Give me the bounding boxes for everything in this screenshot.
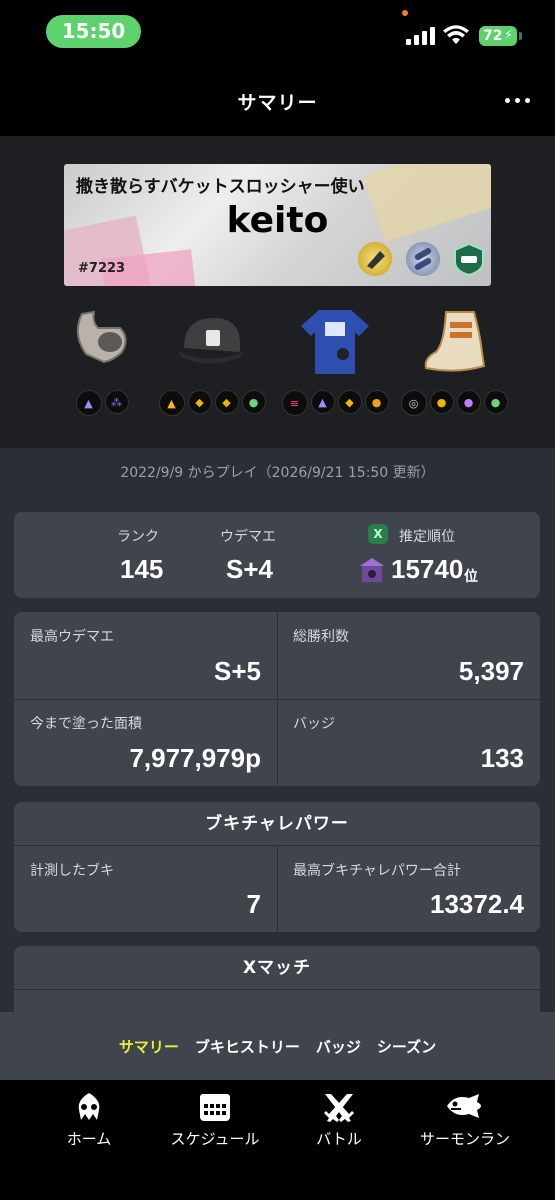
estimate-value: 15740 [391, 554, 464, 584]
main-ability-icon: ◎ [400, 390, 427, 416]
gear-badge-icon [406, 242, 440, 276]
battery-cap [519, 32, 522, 40]
stat-measured-weapons: 計測したブキ 7 [14, 846, 277, 932]
salmon-icon [445, 1092, 485, 1122]
gear-cap[interactable]: ▲ ◆ ◆ ● [152, 304, 272, 424]
player-nameplate[interactable]: 撒き散らすバケットスロッシャー使い keito #7223 [64, 164, 491, 286]
sub-ability-icon: ● [456, 390, 481, 414]
rank-label: ランク [117, 529, 159, 545]
gear-headgear[interactable]: ▲ ⁂ [42, 304, 162, 424]
more-options-icon[interactable] [505, 88, 535, 112]
nav-battle[interactable]: バトル [274, 1092, 404, 1149]
goggles-icon [64, 304, 140, 380]
player-title: 撒き散らすバケットスロッシャー使い [76, 177, 365, 197]
udemae-value: S+4 [226, 554, 273, 584]
sub-ability-icon: ● [241, 390, 266, 414]
stat-value: 5,397 [458, 656, 524, 686]
x-rank-icon: X [368, 524, 388, 544]
app-header: サマリー [0, 68, 555, 136]
sub-ability-icon: ◆ [214, 390, 239, 414]
sub-ability-icon: ⁂ [104, 390, 129, 414]
rank-card: ランク 145 ウデマエ S+4 X 推定順位 15740 位 [14, 512, 540, 598]
sub-ability-icon: ◆ [187, 390, 212, 414]
nav-home[interactable]: ホーム [24, 1092, 154, 1149]
sub-ability-icon: ● [364, 390, 389, 414]
tab-summary[interactable]: サマリー [119, 1036, 179, 1057]
player-tag: #7223 [78, 261, 126, 276]
battle-icon [323, 1092, 355, 1122]
main-ability-icon: ▲ [158, 390, 185, 416]
play-since-text: 2022/9/9 からプレイ（2026/9/21 15:50 更新） [120, 465, 435, 481]
shirt-icon [297, 304, 373, 380]
shoes-icon [416, 304, 492, 380]
status-bar: 15:50 72 ⚡ [0, 0, 555, 68]
estimate-label: 推定順位 [399, 529, 455, 545]
stat-value: 7,977,979p [129, 743, 261, 773]
main-ability-icon: ▲ [75, 390, 102, 416]
status-time: 15:50 [46, 15, 141, 48]
stat-label: 今まで塗った面積 [30, 716, 142, 732]
stat-max-power: 最高ブキチャレパワー合計 13372.4 [277, 846, 540, 932]
main-ability-icon: ≡ [281, 390, 308, 416]
sub-ability-icon: ● [429, 390, 454, 414]
nav-label: サーモンラン [419, 1130, 510, 1148]
battery-level: 72 [483, 28, 503, 44]
stat-value: 7 [246, 889, 261, 919]
cellular-signal-icon [406, 27, 436, 45]
gear-abilities: ▲ ⁂ [42, 390, 162, 416]
bottom-navigation: ホーム スケジュール バトル サーモンラン [0, 1080, 555, 1200]
gear-abilities: ▲ ◆ ◆ ● [152, 390, 272, 416]
stat-label: 最高ウデマエ [30, 629, 114, 645]
summary-content[interactable]: 2022/9/9 からプレイ（2026/9/21 15:50 更新） ランク 1… [0, 448, 555, 1080]
nav-label: スケジュール [170, 1130, 260, 1148]
sub-ability-icon: ▲ [310, 390, 335, 414]
udemae-label: ウデマエ [220, 529, 276, 545]
page-title: サマリー [237, 92, 318, 114]
gear-abilities: ≡ ▲ ◆ ● [275, 390, 395, 416]
stat-label: バッジ [293, 716, 335, 732]
stat-label: 総勝利数 [293, 629, 349, 645]
calendar-icon [199, 1092, 231, 1122]
sub-ability-icon: ● [483, 390, 508, 414]
stats-card: 最高ウデマエ S+5 総勝利数 5,397 今まで塗った面積 7,977,979… [14, 612, 540, 786]
stat-max-udemae: 最高ウデマエ S+5 [14, 612, 277, 699]
card-title: ブキチャレパワー [14, 802, 540, 846]
battery-indicator: 72 ⚡ [479, 26, 517, 46]
nav-salmon-run[interactable]: サーモンラン [400, 1092, 530, 1149]
nav-label: ホーム [66, 1130, 112, 1148]
stat-total-wins: 総勝利数 5,397 [277, 612, 540, 699]
player-hero: 撒き散らすバケットスロッシャー使い keito #7223 ▲ ⁂ ▲ ◆ ◆ [0, 136, 555, 448]
slosher-badge-icon [358, 242, 392, 276]
weapon-power-card: ブキチャレパワー 計測したブキ 7 最高ブキチャレパワー合計 13372.4 [14, 802, 540, 932]
stat-value: 133 [480, 743, 524, 773]
gear-shoes[interactable]: ◎ ● ● ● [394, 304, 514, 424]
summary-sub-tabs: サマリー ブキヒストリー バッジ シーズン [0, 1012, 555, 1080]
charging-icon: ⚡ [503, 28, 513, 43]
cap-icon [174, 304, 250, 380]
stat-label: 最高ブキチャレパワー合計 [293, 863, 461, 879]
gear-abilities: ◎ ● ● ● [394, 390, 514, 416]
sub-ability-icon: ◆ [337, 390, 362, 414]
rank-badge-icon [452, 242, 486, 277]
nav-schedule[interactable]: スケジュール [150, 1092, 280, 1149]
stat-label: 計測したブキ [30, 863, 114, 879]
tab-badges[interactable]: バッジ [316, 1036, 361, 1057]
estimate-unit: 位 [464, 569, 478, 585]
gear-shirt[interactable]: ≡ ▲ ◆ ● [275, 304, 395, 424]
privacy-indicator [402, 10, 408, 16]
nav-label: バトル [316, 1130, 362, 1148]
card-title: Xマッチ [14, 946, 540, 990]
wifi-icon [443, 25, 469, 45]
tab-weapon-history[interactable]: ブキヒストリー [195, 1036, 300, 1057]
stat-value: S+5 [214, 656, 261, 686]
rank-value: 145 [120, 554, 164, 584]
player-name: keito [226, 200, 329, 241]
estimate-rank-icon [356, 554, 388, 586]
stat-badges: バッジ 133 [277, 699, 540, 786]
stat-painted: 今まで塗った面積 7,977,979p [14, 699, 277, 786]
squid-icon [73, 1092, 105, 1122]
stat-value: 13372.4 [430, 889, 524, 919]
tab-season[interactable]: シーズン [377, 1036, 436, 1057]
